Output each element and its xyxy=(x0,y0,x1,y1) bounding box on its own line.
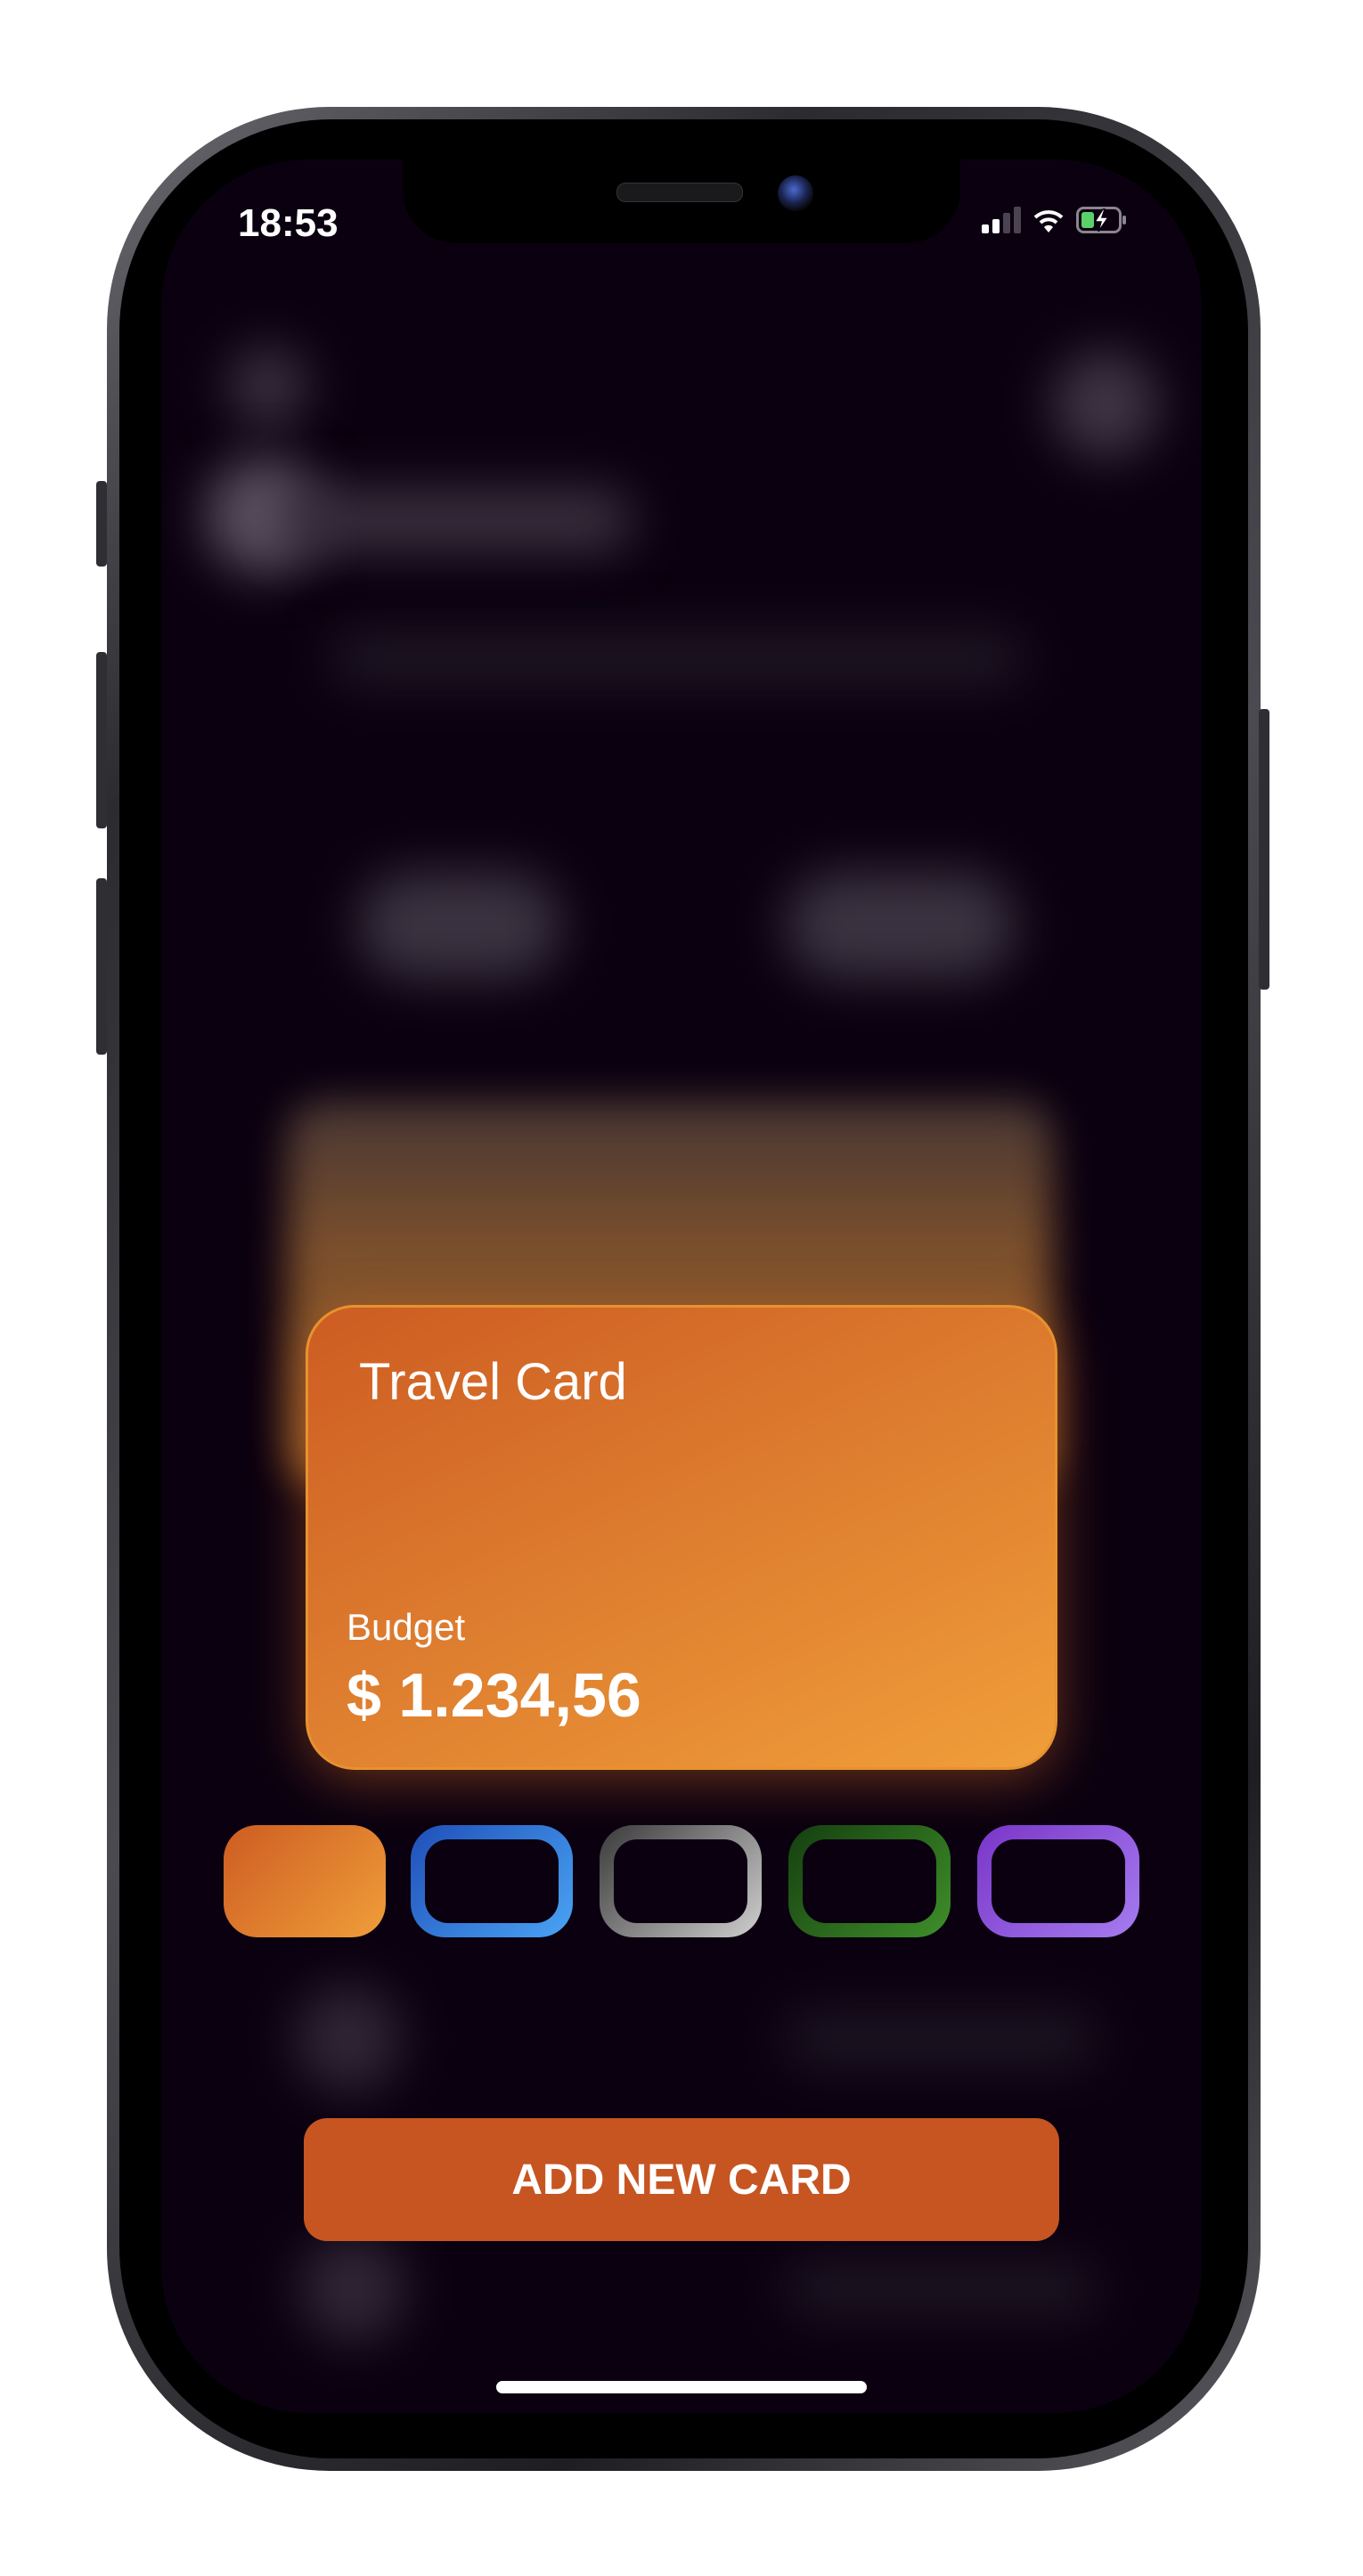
battery-charging-icon xyxy=(1076,207,1126,233)
cellular-signal-icon xyxy=(982,207,1021,233)
volume-up-button xyxy=(96,652,107,828)
blurred-row-text-2 xyxy=(785,2262,1097,2315)
blurred-row-text xyxy=(785,2012,1097,2066)
blurred-tab-left xyxy=(357,872,562,979)
front-camera xyxy=(778,175,813,211)
swatch-inner xyxy=(992,1839,1125,1923)
volume-down-button xyxy=(96,878,107,1055)
blurred-back-icon xyxy=(228,346,308,427)
color-swatch-green[interactable] xyxy=(788,1825,951,1937)
home-indicator[interactable] xyxy=(496,2381,867,2393)
card-budget-label: Budget xyxy=(347,1606,466,1648)
blurred-menu-icon xyxy=(1052,351,1159,458)
blurred-subtitle xyxy=(331,632,1025,685)
wifi-icon xyxy=(1033,210,1064,232)
blurred-title xyxy=(277,489,633,551)
add-new-card-button[interactable]: ADD NEW CARD xyxy=(304,2118,1059,2241)
blurred-tab-right xyxy=(785,872,1016,979)
blurred-row-icon-2 xyxy=(299,2235,406,2342)
speaker-grille xyxy=(616,183,743,202)
card-preview[interactable]: Travel Card Budget $ 1.234,56 xyxy=(306,1305,1057,1770)
card-budget-value: $ 1.234,56 xyxy=(347,1660,641,1730)
color-swatch-purple[interactable] xyxy=(977,1825,1139,1937)
swatch-inner xyxy=(614,1839,747,1923)
color-swatch-orange[interactable] xyxy=(224,1825,386,1937)
status-icons xyxy=(982,207,1128,233)
power-button xyxy=(1259,709,1269,990)
swatch-inner xyxy=(425,1839,559,1923)
color-swatch-gray[interactable] xyxy=(600,1825,762,1937)
color-swatch-blue[interactable] xyxy=(411,1825,573,1937)
blurred-row-icon xyxy=(295,1985,402,2092)
mute-switch xyxy=(96,481,107,567)
swatch-inner xyxy=(803,1839,936,1923)
card-title: Travel Card xyxy=(359,1353,627,1411)
status-time: 18:53 xyxy=(238,201,339,245)
